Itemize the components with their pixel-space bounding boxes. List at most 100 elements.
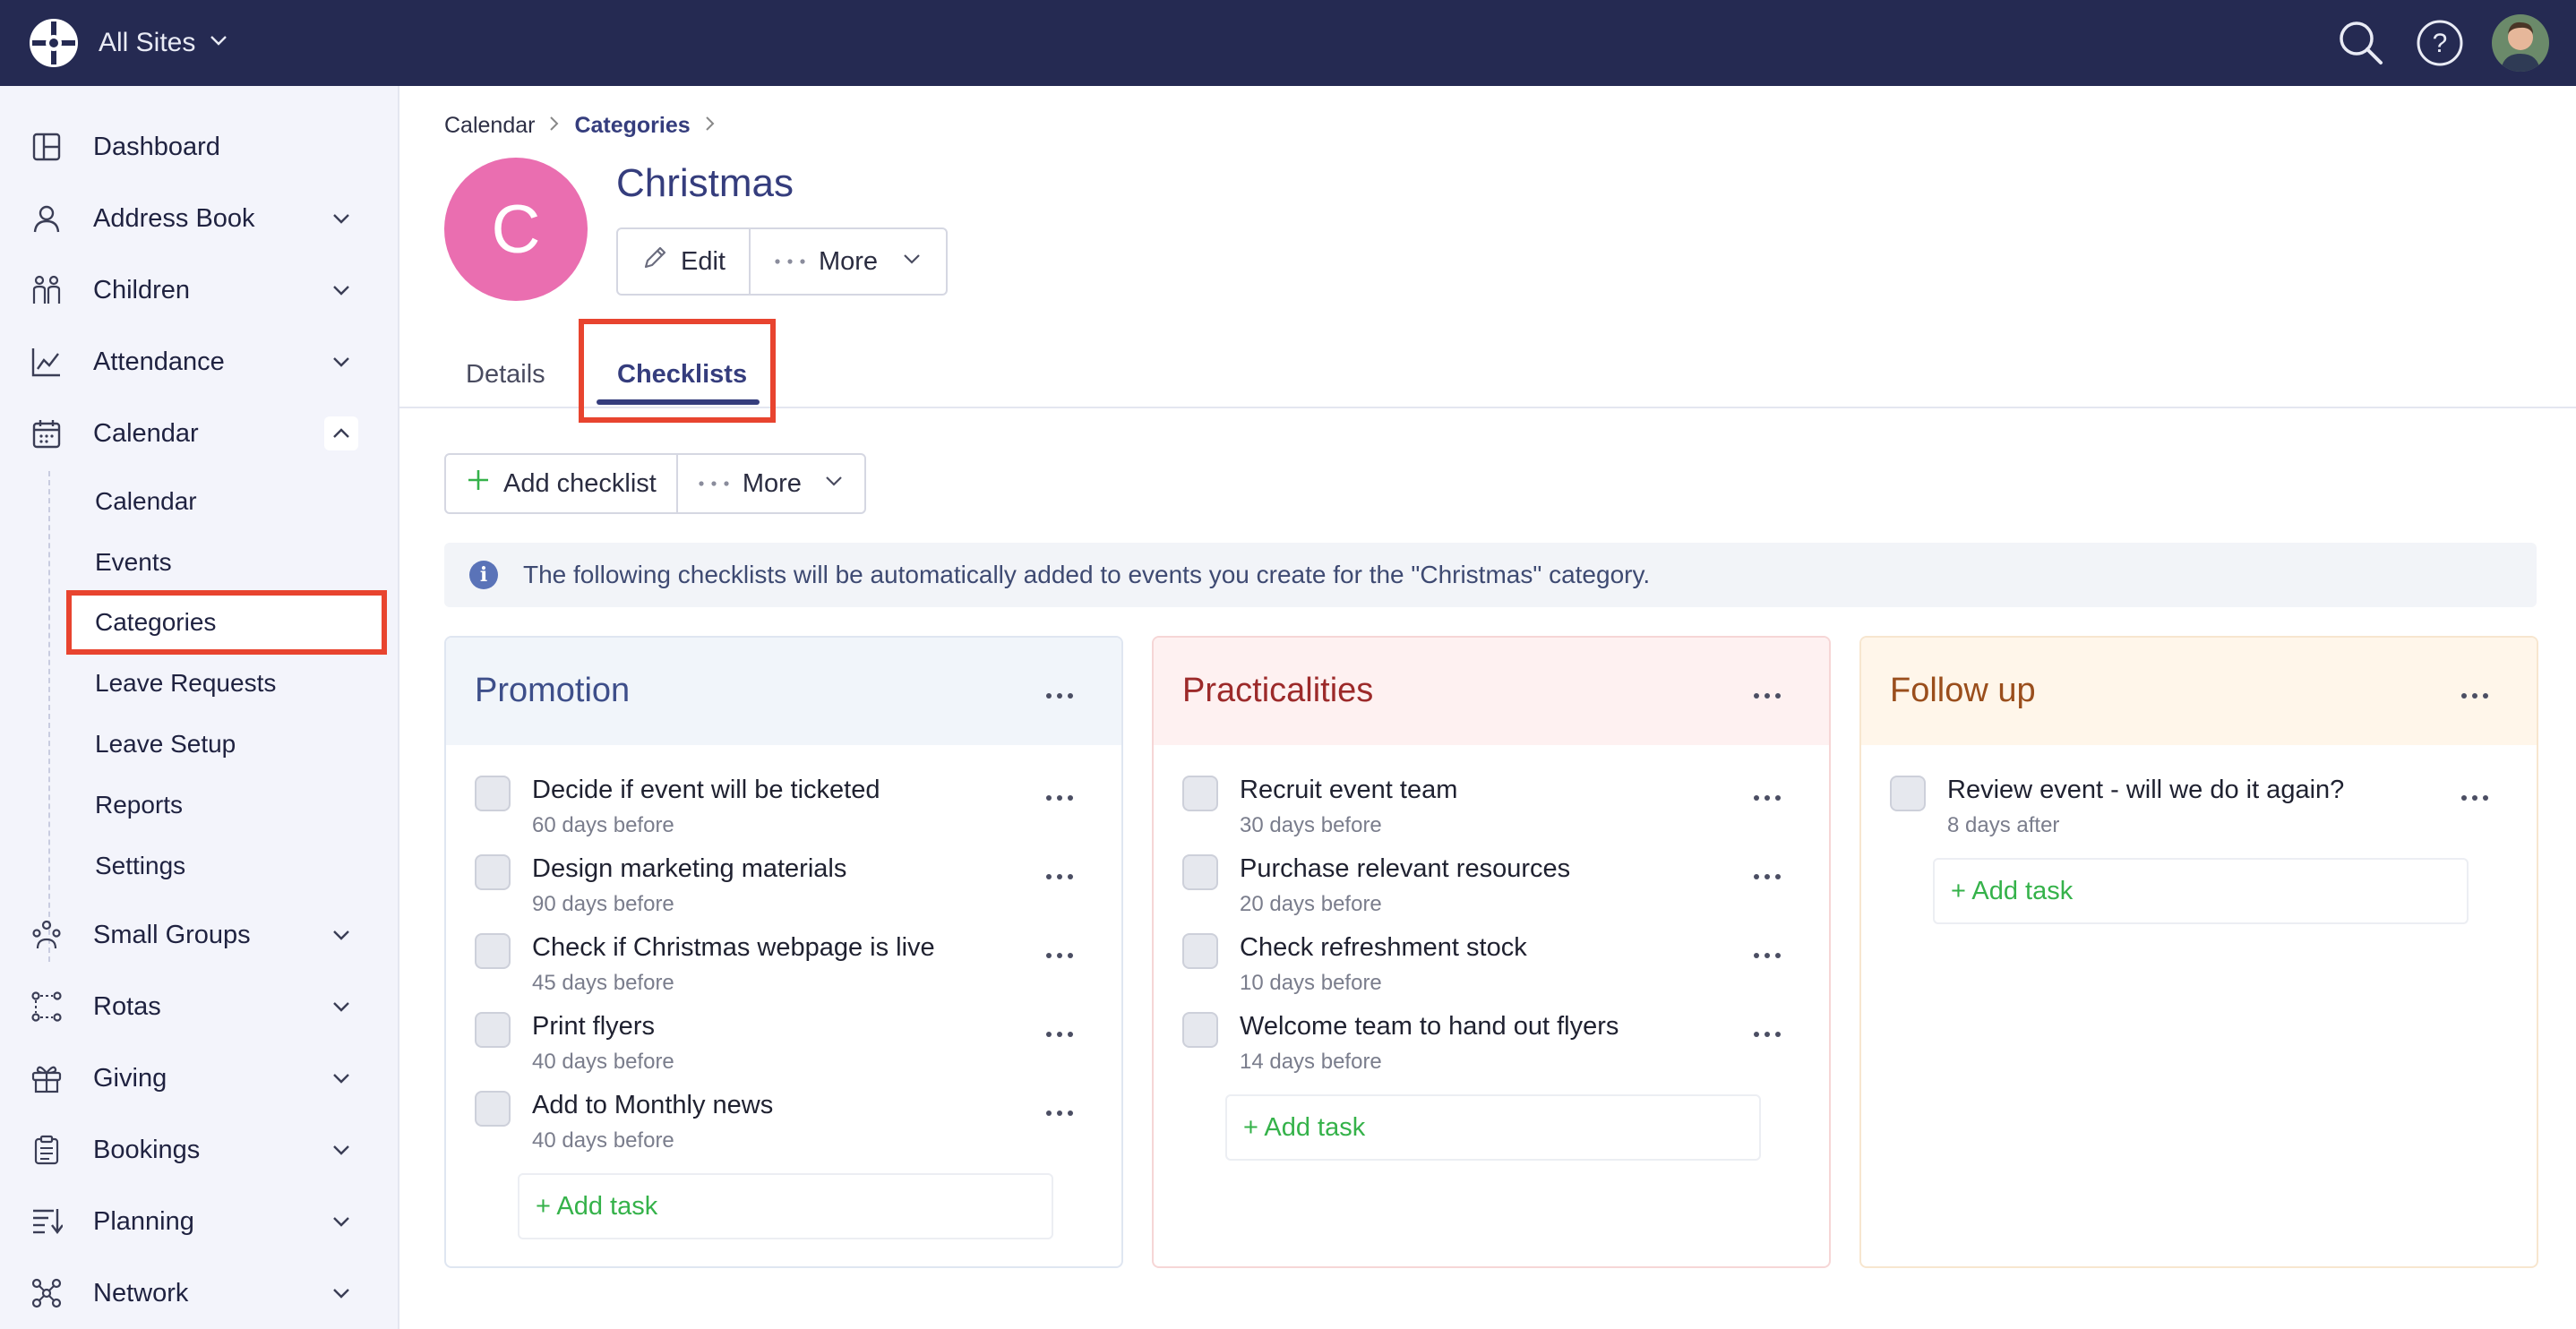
ellipsis-icon[interactable] bbox=[1046, 863, 1082, 890]
chevron-down-icon[interactable] bbox=[324, 1276, 358, 1310]
checklist-card-follow-up: Follow up Review event - will we do it a… bbox=[1859, 636, 2538, 1268]
top-bar: All Sites ? bbox=[0, 0, 2576, 86]
chevron-down-icon bbox=[208, 28, 229, 58]
add-checklist-button[interactable]: Add checklist bbox=[446, 455, 676, 512]
sidebar-item-rotas[interactable]: Rotas bbox=[0, 974, 399, 1039]
chevron-up-icon[interactable] bbox=[324, 416, 358, 450]
more-button[interactable]: More bbox=[748, 229, 946, 294]
chevron-down-icon[interactable] bbox=[324, 1061, 358, 1095]
chevron-down-icon[interactable] bbox=[324, 990, 358, 1024]
submenu-item-leave-requests[interactable]: Leave Requests bbox=[95, 656, 276, 710]
sidebar-item-giving[interactable]: Giving bbox=[0, 1046, 399, 1110]
toolbar-more-button[interactable]: More bbox=[675, 455, 864, 512]
add-task-button[interactable]: + Add task bbox=[518, 1173, 1053, 1239]
sidebar-item-network[interactable]: Network bbox=[0, 1261, 399, 1325]
breadcrumb-calendar[interactable]: Calendar bbox=[444, 113, 535, 139]
chevron-down-icon[interactable] bbox=[324, 201, 358, 236]
ellipsis-icon[interactable] bbox=[1046, 785, 1082, 811]
sidebar-item-attendance[interactable]: Attendance bbox=[0, 330, 399, 394]
help-icon[interactable]: ? bbox=[2413, 16, 2467, 70]
chevron-down-icon[interactable] bbox=[324, 1133, 358, 1167]
task-checkbox[interactable] bbox=[1182, 854, 1218, 890]
sidebar-item-calendar[interactable]: Calendar bbox=[0, 401, 399, 466]
task-name: Add to Monthly news bbox=[532, 1091, 774, 1119]
add-task-button[interactable]: + Add task bbox=[1225, 1094, 1761, 1161]
sidebar-item-bookings[interactable]: Bookings bbox=[0, 1118, 399, 1182]
sidebar-item-label: Bookings bbox=[93, 1135, 201, 1164]
ellipsis-icon[interactable] bbox=[2461, 785, 2497, 811]
sidebar-item-label: Planning bbox=[93, 1206, 194, 1236]
task-checkbox[interactable] bbox=[1890, 776, 1926, 811]
search-icon[interactable] bbox=[2334, 16, 2388, 70]
task-checkbox[interactable] bbox=[475, 1012, 511, 1048]
children-icon bbox=[29, 272, 64, 308]
site-switcher[interactable]: All Sites bbox=[99, 0, 229, 86]
task-item: Check if Christmas webpage is live 45 da… bbox=[446, 930, 1121, 1008]
chevron-down-icon[interactable] bbox=[324, 345, 358, 379]
task-checkbox[interactable] bbox=[475, 854, 511, 890]
sidebar-item-planning[interactable]: Planning bbox=[0, 1189, 399, 1254]
ellipsis-icon[interactable] bbox=[1046, 1021, 1082, 1048]
ellipsis-icon[interactable] bbox=[2461, 682, 2497, 709]
submenu-item-events[interactable]: Events bbox=[95, 536, 172, 589]
page-title: Christmas bbox=[616, 161, 794, 205]
logo-icon[interactable] bbox=[27, 16, 81, 70]
ellipsis-icon[interactable] bbox=[1754, 863, 1790, 890]
sidebar-item-label: Small Groups bbox=[93, 920, 251, 949]
task-timing: 40 days before bbox=[532, 1128, 674, 1153]
task-timing: 30 days before bbox=[1240, 813, 1382, 837]
submenu-item-leave-setup[interactable]: Leave Setup bbox=[95, 717, 236, 771]
task-item: Add to Monthly news 40 days before bbox=[446, 1087, 1121, 1166]
ellipsis-icon[interactable] bbox=[1754, 682, 1790, 709]
task-checkbox[interactable] bbox=[475, 1091, 511, 1127]
card-header: Follow up bbox=[1861, 638, 2537, 745]
ellipsis-icon bbox=[698, 470, 730, 497]
edit-button[interactable]: Edit bbox=[618, 229, 749, 294]
ellipsis-icon[interactable] bbox=[1046, 942, 1082, 969]
sidebar-item-label: Children bbox=[93, 275, 190, 304]
task-item: Review event - will we do it again? 8 da… bbox=[1861, 772, 2537, 851]
ellipsis-icon[interactable] bbox=[1754, 785, 1790, 811]
ellipsis-icon[interactable] bbox=[1754, 942, 1790, 969]
task-timing: 14 days before bbox=[1240, 1050, 1382, 1074]
task-item: Welcome team to hand out flyers 14 days … bbox=[1154, 1008, 1829, 1087]
sidebar-item-address-book[interactable]: Address Book bbox=[0, 186, 399, 251]
add-task-button[interactable]: + Add task bbox=[1933, 858, 2469, 924]
chevron-down-icon[interactable] bbox=[324, 918, 358, 952]
task-timing: 60 days before bbox=[532, 813, 674, 837]
task-name: Purchase relevant resources bbox=[1240, 854, 1571, 883]
task-checkbox[interactable] bbox=[1182, 1012, 1218, 1048]
task-checkbox[interactable] bbox=[475, 776, 511, 811]
submenu-item-settings[interactable]: Settings bbox=[95, 839, 185, 893]
chevron-down-icon bbox=[901, 247, 923, 277]
submenu-item-calendar[interactable]: Calendar bbox=[95, 475, 197, 528]
add-checklist-label: Add checklist bbox=[503, 468, 657, 498]
card-title: Promotion bbox=[475, 672, 631, 709]
task-checkbox[interactable] bbox=[1182, 933, 1218, 969]
tab-details[interactable]: Details bbox=[466, 340, 545, 408]
task-checkbox[interactable] bbox=[1182, 776, 1218, 811]
submenu-item-reports[interactable]: Reports bbox=[95, 778, 183, 832]
task-item: Print flyers 40 days before bbox=[446, 1008, 1121, 1087]
sidebar-item-label: Network bbox=[93, 1278, 189, 1308]
submenu-item-categories[interactable]: Categories bbox=[95, 596, 216, 649]
user-avatar[interactable] bbox=[2492, 14, 2549, 72]
ellipsis-icon[interactable] bbox=[1046, 682, 1082, 709]
ellipsis-icon[interactable] bbox=[1046, 1100, 1082, 1127]
ellipsis-icon bbox=[774, 248, 806, 275]
sidebar-item-label: Giving bbox=[93, 1063, 167, 1093]
sidebar-item-label: Calendar bbox=[93, 418, 199, 448]
task-checkbox[interactable] bbox=[475, 933, 511, 969]
chevron-down-icon[interactable] bbox=[324, 273, 358, 307]
sidebar-item-small-groups[interactable]: Small Groups bbox=[0, 903, 399, 967]
breadcrumb-categories[interactable]: Categories bbox=[574, 113, 690, 139]
checklist-toolbar: Add checklist More bbox=[444, 453, 866, 514]
category-actions: Edit More bbox=[616, 227, 949, 296]
task-item: Recruit event team 30 days before bbox=[1154, 772, 1829, 851]
sidebar-item-children[interactable]: Children bbox=[0, 258, 399, 322]
chevron-down-icon[interactable] bbox=[324, 1205, 358, 1239]
task-name: Design marketing materials bbox=[532, 854, 847, 883]
calendar-icon bbox=[29, 416, 64, 451]
sidebar-item-dashboard[interactable]: Dashboard bbox=[0, 115, 399, 179]
ellipsis-icon[interactable] bbox=[1754, 1021, 1790, 1048]
